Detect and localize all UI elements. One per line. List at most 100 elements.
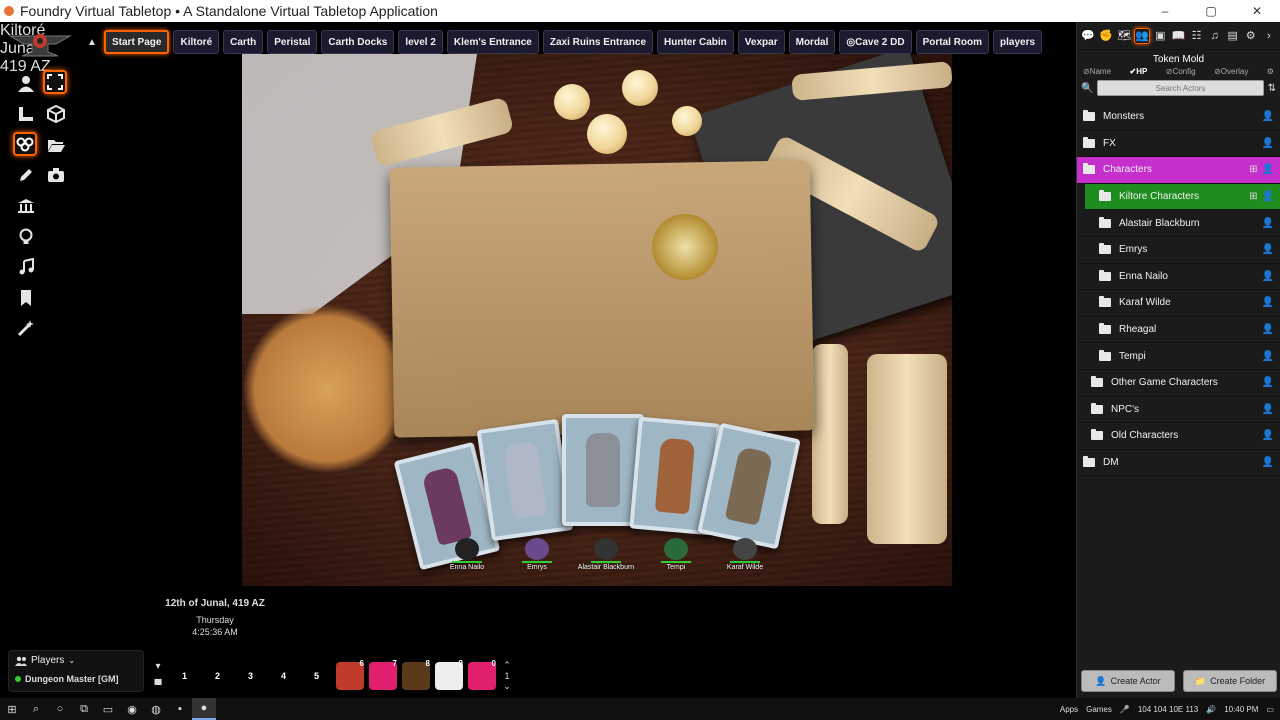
macro-slot[interactable]: 6 bbox=[333, 659, 366, 693]
directory-folder[interactable]: Old Characters 👤 bbox=[1077, 423, 1280, 450]
close-button[interactable]: ✕ bbox=[1234, 0, 1280, 22]
directory-folder[interactable]: DM 👤 bbox=[1077, 450, 1280, 477]
create-actor-icon[interactable]: 👤 bbox=[1262, 191, 1274, 202]
players-header[interactable]: Players ⌄ bbox=[15, 655, 137, 666]
items-suitcase-icon[interactable]: ▣ bbox=[1152, 28, 1168, 44]
token-mold-option[interactable]: ⊘Name bbox=[1083, 67, 1111, 76]
directory-folder[interactable]: Emrys 👤 bbox=[1077, 237, 1280, 264]
calendar-widget[interactable]: 12th of Junal, 419 AZ Thursday 4:25:36 A… bbox=[150, 598, 280, 637]
maximize-button[interactable]: ▢ bbox=[1188, 0, 1234, 22]
macro-slot[interactable]: 5 bbox=[300, 659, 333, 693]
app-window-icon[interactable]: ▪ bbox=[168, 698, 192, 720]
macro-folder-icon[interactable]: ▀ bbox=[154, 680, 161, 691]
create-subfolder-icon[interactable]: ⊞ bbox=[1249, 164, 1257, 175]
chat-icon[interactable]: 💬 bbox=[1080, 28, 1096, 44]
camera-icon[interactable] bbox=[44, 163, 68, 187]
drawing-pencil-icon[interactable] bbox=[14, 163, 38, 187]
scene-tab[interactable]: Carth Docks bbox=[321, 30, 395, 54]
create-actor-icon[interactable]: 👤 bbox=[1262, 218, 1274, 229]
compendium-atlas-icon[interactable]: ▤ bbox=[1225, 28, 1241, 44]
scene-tab[interactable]: Mordal bbox=[788, 30, 836, 54]
scene-tab[interactable]: Vexpar bbox=[737, 30, 785, 54]
directory-folder[interactable]: Alastair Blackburn 👤 bbox=[1077, 210, 1280, 237]
scene-tab[interactable]: players bbox=[993, 30, 1043, 54]
page-up-icon[interactable]: ⌃ bbox=[503, 660, 511, 671]
players-list[interactable]: Players ⌄ Dungeon Master [GM] bbox=[8, 650, 144, 692]
create-actor-icon[interactable]: 👤 bbox=[1262, 351, 1274, 362]
tray-games-label[interactable]: Games bbox=[1086, 705, 1112, 714]
directory-folder[interactable]: Other Game Characters 👤 bbox=[1077, 370, 1280, 397]
taskbar-search-icon[interactable]: ⌕ bbox=[24, 698, 48, 720]
create-folder-button[interactable]: 📁 Create Folder bbox=[1183, 670, 1277, 692]
minimize-button[interactable]: – bbox=[1142, 0, 1188, 22]
hotbar-page-control[interactable]: ⌃ 1 ⌄ bbox=[498, 660, 516, 692]
directory-folder[interactable]: Karaf Wilde 👤 bbox=[1077, 290, 1280, 317]
create-actor-icon[interactable]: 👤 bbox=[1262, 457, 1274, 468]
token[interactable]: Alastair Blackburn bbox=[571, 538, 641, 571]
combat-fist-icon[interactable]: ✊ bbox=[1098, 28, 1114, 44]
directory-folder[interactable]: FX 👤 bbox=[1077, 131, 1280, 158]
sounds-music-icon[interactable] bbox=[14, 255, 38, 279]
directory-folder[interactable]: Tempi 👤 bbox=[1077, 343, 1280, 370]
macro-slot[interactable]: 9 bbox=[432, 659, 465, 693]
tray-apps-label[interactable]: Apps bbox=[1060, 705, 1078, 714]
token-mold-option[interactable]: ✔HP bbox=[1130, 67, 1148, 76]
sort-icon[interactable]: ⇅ bbox=[1268, 83, 1276, 94]
foundry-taskbar-icon[interactable]: ● bbox=[192, 698, 216, 720]
token-mold-option[interactable]: ⊘Config bbox=[1166, 67, 1196, 76]
create-actor-icon[interactable]: 👤 bbox=[1262, 111, 1274, 122]
steam-icon[interactable]: ◍ bbox=[144, 698, 168, 720]
macro-slot[interactable]: 4 bbox=[267, 659, 300, 693]
directory-folder[interactable]: Kiltore Characters ⊞ 👤 bbox=[1085, 183, 1280, 211]
foundry-logo[interactable] bbox=[8, 30, 72, 58]
notifications-icon[interactable]: ▭ bbox=[1266, 705, 1274, 714]
actors-users-icon[interactable] bbox=[13, 132, 37, 156]
macro-slot[interactable]: 1 bbox=[168, 659, 201, 693]
measure-ruler-icon[interactable] bbox=[14, 102, 38, 126]
hotbar-collapse-icon[interactable]: ▾ bbox=[155, 661, 160, 672]
macro-slot[interactable]: 8 bbox=[399, 659, 432, 693]
scene-tab[interactable]: Hunter Cabin bbox=[657, 30, 734, 54]
scenes-map-icon[interactable]: 🗺 bbox=[1116, 28, 1132, 44]
journal-book-icon[interactable]: 📖 bbox=[1170, 28, 1186, 44]
create-actor-icon[interactable]: 👤 bbox=[1262, 404, 1274, 415]
create-subfolder-icon[interactable]: ⊞ bbox=[1249, 191, 1257, 202]
token[interactable]: Enna Nailo bbox=[432, 538, 502, 571]
folder-open-icon[interactable] bbox=[44, 133, 68, 157]
directory-folder[interactable]: Enna Nailo 👤 bbox=[1077, 264, 1280, 291]
directory-folder[interactable]: Monsters 👤 bbox=[1077, 104, 1280, 131]
scene-tab[interactable]: Klem's Entrance bbox=[446, 30, 539, 54]
token[interactable]: Tempi bbox=[641, 538, 711, 571]
token-controls-icon[interactable] bbox=[14, 72, 38, 96]
create-actor-icon[interactable]: 👤 bbox=[1262, 164, 1274, 175]
scene-tab[interactable]: Portal Room bbox=[915, 30, 990, 54]
directory-folder[interactable]: NPC's 👤 bbox=[1077, 397, 1280, 424]
tables-th-icon[interactable]: ☷ bbox=[1189, 28, 1205, 44]
create-actor-icon[interactable]: 👤 bbox=[1262, 377, 1274, 388]
walls-landmark-icon[interactable] bbox=[14, 194, 38, 218]
settings-cogs-icon[interactable]: ⚙ bbox=[1243, 28, 1259, 44]
create-actor-icon[interactable]: 👤 bbox=[1262, 244, 1274, 255]
macro-slot[interactable]: 3 bbox=[234, 659, 267, 693]
macro-slot[interactable]: 7 bbox=[366, 659, 399, 693]
scene-tab[interactable]: Start Page bbox=[104, 30, 170, 54]
create-actor-icon[interactable]: 👤 bbox=[1262, 138, 1274, 149]
scene-tab[interactable]: Carth bbox=[223, 30, 264, 54]
lighting-bulb-icon[interactable] bbox=[14, 225, 38, 249]
playlists-music-icon[interactable]: ♫ bbox=[1207, 28, 1223, 44]
token[interactable]: Emrys bbox=[502, 538, 572, 571]
file-explorer-icon[interactable]: ▭ bbox=[96, 698, 120, 720]
windows-start-icon[interactable]: ⊞ bbox=[0, 698, 24, 720]
scene-nav-collapse-icon[interactable]: ▲ bbox=[84, 37, 100, 48]
create-actor-button[interactable]: 👤 Create Actor bbox=[1081, 670, 1175, 692]
macro-slot[interactable]: 0 bbox=[465, 659, 498, 693]
directory-folder[interactable]: Characters ⊞ 👤 bbox=[1077, 157, 1280, 184]
scene-tab[interactable]: ◎ Cave 2 DD bbox=[839, 30, 912, 54]
search-actors-input[interactable] bbox=[1097, 80, 1264, 96]
clock[interactable]: 10:40 PM bbox=[1224, 705, 1258, 714]
scene-tab[interactable]: Peristal bbox=[267, 30, 318, 54]
notes-bookmark-icon[interactable] bbox=[14, 286, 38, 310]
tiles-cube-icon[interactable] bbox=[44, 102, 68, 126]
chrome-icon[interactable]: ◉ bbox=[120, 698, 144, 720]
directory-folder[interactable]: Rheagal 👤 bbox=[1077, 317, 1280, 344]
